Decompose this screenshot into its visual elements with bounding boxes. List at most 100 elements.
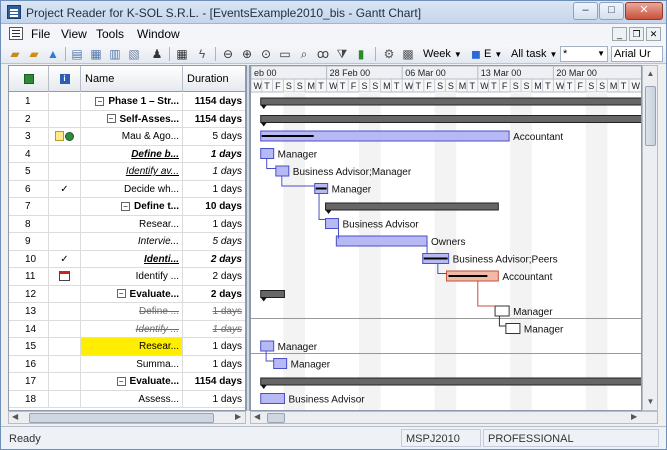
gantt-scroll-thumb[interactable] bbox=[267, 413, 285, 423]
table-row[interactable]: 18 Assess... 1 days bbox=[9, 390, 245, 408]
task-bar[interactable] bbox=[505, 323, 521, 334]
task-name-cell[interactable]: − Evaluate... bbox=[81, 285, 183, 303]
table-row[interactable]: 9 Intervie... 5 days bbox=[9, 233, 245, 251]
table-row[interactable]: 11 Identify ... 2 days bbox=[9, 268, 245, 286]
settings-icon[interactable]: ⚙ bbox=[381, 46, 397, 62]
print-icon[interactable]: ▤ bbox=[69, 46, 85, 62]
mdi-close-button[interactable]: ✕ bbox=[646, 27, 661, 41]
collapse-toggle[interactable]: − bbox=[106, 114, 116, 124]
table-row[interactable]: 2− Self-Asses... 1154 days bbox=[9, 110, 245, 128]
task-bar[interactable] bbox=[260, 393, 285, 404]
task-name-cell[interactable]: Assess... bbox=[81, 390, 183, 408]
task-name-cell[interactable]: Resear... bbox=[81, 215, 183, 233]
task-name-cell[interactable]: Decide wh... bbox=[81, 180, 183, 198]
summary-bar[interactable] bbox=[325, 202, 499, 211]
menu-tools[interactable]: Tools bbox=[96, 27, 124, 41]
grid-scroll-thumb[interactable] bbox=[29, 413, 214, 423]
menu-view[interactable]: View bbox=[61, 27, 87, 41]
table-row[interactable]: 15 Resear... 1 days bbox=[9, 338, 245, 356]
text-filter-combo[interactable]: * ▼ bbox=[560, 46, 608, 62]
summary-bar[interactable] bbox=[260, 115, 642, 123]
task-bar[interactable] bbox=[275, 165, 290, 177]
table-row[interactable]: 10 ✓ Identi... 2 days bbox=[9, 250, 245, 268]
menu-file[interactable]: File bbox=[31, 27, 50, 41]
task-bar[interactable] bbox=[325, 218, 339, 229]
collapse-toggle[interactable]: − bbox=[95, 96, 105, 106]
mdi-minimize-button[interactable]: _ bbox=[612, 27, 627, 41]
layout-icon[interactable]: ▩ bbox=[400, 46, 416, 62]
table-row[interactable]: 5 Identify av... 1 days bbox=[9, 163, 245, 181]
cloud-drive-icon[interactable]: ▲ bbox=[45, 46, 61, 62]
scroll-up-arrow[interactable]: ▲ bbox=[644, 67, 657, 81]
outline-dropdown[interactable]: E ▼ bbox=[484, 47, 502, 62]
find-icon[interactable]: ⌕ bbox=[296, 46, 312, 62]
summary-bar[interactable] bbox=[260, 290, 285, 298]
filter-icon[interactable]: ⧩ bbox=[334, 46, 350, 62]
scroll-to-task-icon[interactable]: ▭ bbox=[277, 46, 293, 62]
task-name-cell[interactable]: Identi... bbox=[81, 250, 183, 268]
maximize-button[interactable]: □ bbox=[599, 2, 624, 20]
grid-icon[interactable]: ▦ bbox=[174, 46, 190, 62]
menu-window[interactable]: Window bbox=[137, 27, 180, 41]
table-row[interactable]: 4 Define b... 1 days bbox=[9, 145, 245, 163]
task-name-cell[interactable]: − Evaluate... bbox=[81, 373, 183, 390]
table-row[interactable]: 6 ✓ Decide wh... 1 days bbox=[9, 180, 245, 198]
gantt-canvas[interactable]: W T F S S M T W T F S S M T W T F S S M T W T F S S M T W T F S S M T Web 0… bbox=[251, 66, 642, 411]
table-row[interactable]: 3 Mau & Ago... 5 days bbox=[9, 128, 245, 146]
grid-scroll-left-arrow[interactable]: ◀ bbox=[12, 412, 18, 421]
task-name-cell[interactable]: Define b... bbox=[81, 145, 183, 163]
task-bar[interactable] bbox=[273, 358, 288, 369]
outline-icon[interactable]: ◼ bbox=[468, 46, 484, 62]
minimize-button[interactable]: – bbox=[573, 2, 598, 20]
table-row[interactable]: 7− Define t... 10 days bbox=[9, 198, 245, 216]
resource-icon[interactable]: ♟ bbox=[149, 46, 165, 62]
gantt-scroll-right-arrow[interactable]: ▶ bbox=[631, 412, 637, 421]
task-name-cell[interactable]: Intervie... bbox=[81, 233, 183, 250]
vertical-scrollbar[interactable]: ▲ ▼ bbox=[642, 65, 658, 411]
summary-bar[interactable] bbox=[260, 97, 642, 106]
table-row[interactable]: 8 Resear... 1 days bbox=[9, 215, 245, 233]
view-dropdown[interactable]: Week ▼ bbox=[423, 47, 462, 62]
header-indicators[interactable]: i bbox=[49, 66, 81, 92]
zoom-out-icon[interactable]: ⊖ bbox=[220, 46, 236, 62]
close-button[interactable]: ✕ bbox=[625, 2, 663, 20]
table-row[interactable]: 13 Define ... 1 days bbox=[9, 303, 245, 321]
task-name-cell[interactable]: Define ... bbox=[81, 303, 183, 320]
gantt-scroll-left-arrow[interactable]: ◀ bbox=[254, 412, 260, 421]
scroll-down-arrow[interactable]: ▼ bbox=[644, 395, 657, 409]
document-icon[interactable] bbox=[9, 27, 23, 40]
task-name-cell[interactable]: − Define t... bbox=[81, 198, 183, 215]
task-name-cell[interactable]: Mau & Ago... bbox=[81, 128, 183, 145]
task-bar[interactable] bbox=[335, 235, 428, 247]
collapse-toggle[interactable]: − bbox=[116, 376, 126, 386]
table-row[interactable]: 17− Evaluate... 1154 days bbox=[9, 373, 245, 391]
lightning-icon[interactable]: ϟ bbox=[194, 46, 210, 62]
task-name-cell[interactable]: Identify ... bbox=[81, 268, 183, 285]
open-folder-icon[interactable]: ▰ bbox=[7, 46, 23, 62]
task-name-cell[interactable]: Summa... bbox=[81, 355, 183, 373]
task-bar[interactable] bbox=[260, 340, 275, 352]
mdi-restore-button[interactable]: ❐ bbox=[629, 27, 644, 41]
zoom-in-icon[interactable]: ⊕ bbox=[239, 46, 255, 62]
chart-icon[interactable]: ▮ bbox=[353, 46, 369, 62]
task-name-cell[interactable]: Resear... bbox=[81, 338, 183, 355]
task-name-cell[interactable]: Identify ... bbox=[81, 320, 183, 338]
page-setup-icon[interactable]: ▧ bbox=[126, 46, 142, 62]
font-combo[interactable]: Arial Ur bbox=[611, 46, 663, 62]
vertical-scroll-thumb[interactable] bbox=[645, 86, 656, 146]
print-preview-icon[interactable]: ▦ bbox=[88, 46, 104, 62]
filter-dropdown[interactable]: All task ▼ bbox=[511, 47, 557, 62]
grid-scroll-right-arrow[interactable]: ▶ bbox=[235, 412, 241, 421]
export-icon[interactable]: ▥ bbox=[107, 46, 123, 62]
collapse-toggle[interactable]: − bbox=[120, 201, 130, 211]
task-bar[interactable] bbox=[260, 148, 275, 159]
collapse-toggle[interactable]: − bbox=[116, 289, 126, 299]
header-name[interactable]: Name bbox=[81, 66, 183, 92]
open-recent-icon[interactable]: ▰ bbox=[26, 46, 42, 62]
table-row[interactable]: 1− Phase 1 – Str... 1154 days bbox=[9, 93, 245, 111]
header-select-all[interactable] bbox=[9, 66, 49, 92]
header-duration[interactable]: Duration bbox=[183, 66, 245, 92]
task-name-cell[interactable]: Identify av... bbox=[81, 163, 183, 180]
table-row[interactable]: 16 Summa... 1 days bbox=[9, 355, 245, 373]
summary-bar[interactable] bbox=[260, 377, 642, 386]
